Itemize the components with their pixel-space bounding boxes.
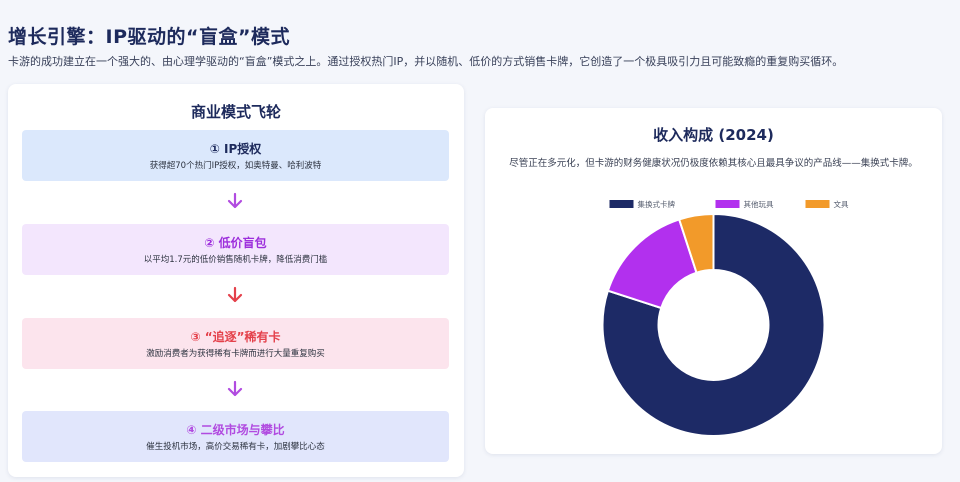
arrow-down-icon xyxy=(227,286,243,303)
arrow-down-icon xyxy=(227,192,243,209)
flywheel-title: 商业模式飞轮 xyxy=(190,103,281,121)
step-ip-license: ① IP授权 获得超70个热门IP授权，如奥特曼、哈利波特 xyxy=(22,130,449,181)
step-title: ② 低价盲包 xyxy=(204,236,267,250)
flywheel-card: 商业模式飞轮 ① IP授权 获得超70个热门IP授权，如奥特曼、哈利波特 ② 低… xyxy=(8,84,464,477)
legend-label[interactable]: 其他玩具 xyxy=(744,199,774,209)
legend-label[interactable]: 集换式卡牌 xyxy=(638,199,676,209)
step-title: ④ 二级市场与攀比 xyxy=(186,423,285,437)
step-low-price-pack: ② 低价盲包 以平均1.7元的低价销售随机卡牌，降低消费门槛 xyxy=(22,224,449,275)
page-title: 增长引擎：IP驱动的“盲盒”模式 xyxy=(8,26,290,48)
step-desc: 以平均1.7元的低价销售随机卡牌，降低消费门槛 xyxy=(143,255,328,265)
step-desc: 获得超70个热门IP授权，如奥特曼、哈利波特 xyxy=(149,161,322,171)
legend-swatch xyxy=(609,200,634,208)
legend-swatch xyxy=(715,200,740,208)
step-title: ① IP授权 xyxy=(209,142,262,156)
revenue-doughnut-chart: 集换式卡牌 其他玩具 文具 xyxy=(601,199,849,437)
step-secondary-market: ④ 二级市场与攀比 催生投机市场，高价交易稀有卡，加剧攀比心态 xyxy=(22,411,449,462)
step-chase-rare-card: ③ “追逐”稀有卡 激励消费者为获得稀有卡牌而进行大量重复购买 xyxy=(22,318,449,369)
page-subtitle: 卡游的成功建立在一个强大的、由心理学驱动的“盲盒”模式之上。通过授权热门IP，并… xyxy=(8,55,844,68)
legend-label[interactable]: 文具 xyxy=(834,199,849,209)
arrow-down-icon xyxy=(227,380,243,397)
step-desc: 催生投机市场，高价交易稀有卡，加剧攀比心态 xyxy=(146,442,325,452)
step-title: ③ “追逐”稀有卡 xyxy=(190,330,281,344)
revenue-card: 收入构成 (2024) 尽管正在多元化，但卡游的财务健康状况仍极度依赖其核心且最… xyxy=(485,108,942,454)
legend-swatch xyxy=(805,200,830,208)
step-desc: 激励消费者为获得稀有卡牌而进行大量重复购买 xyxy=(146,349,325,359)
